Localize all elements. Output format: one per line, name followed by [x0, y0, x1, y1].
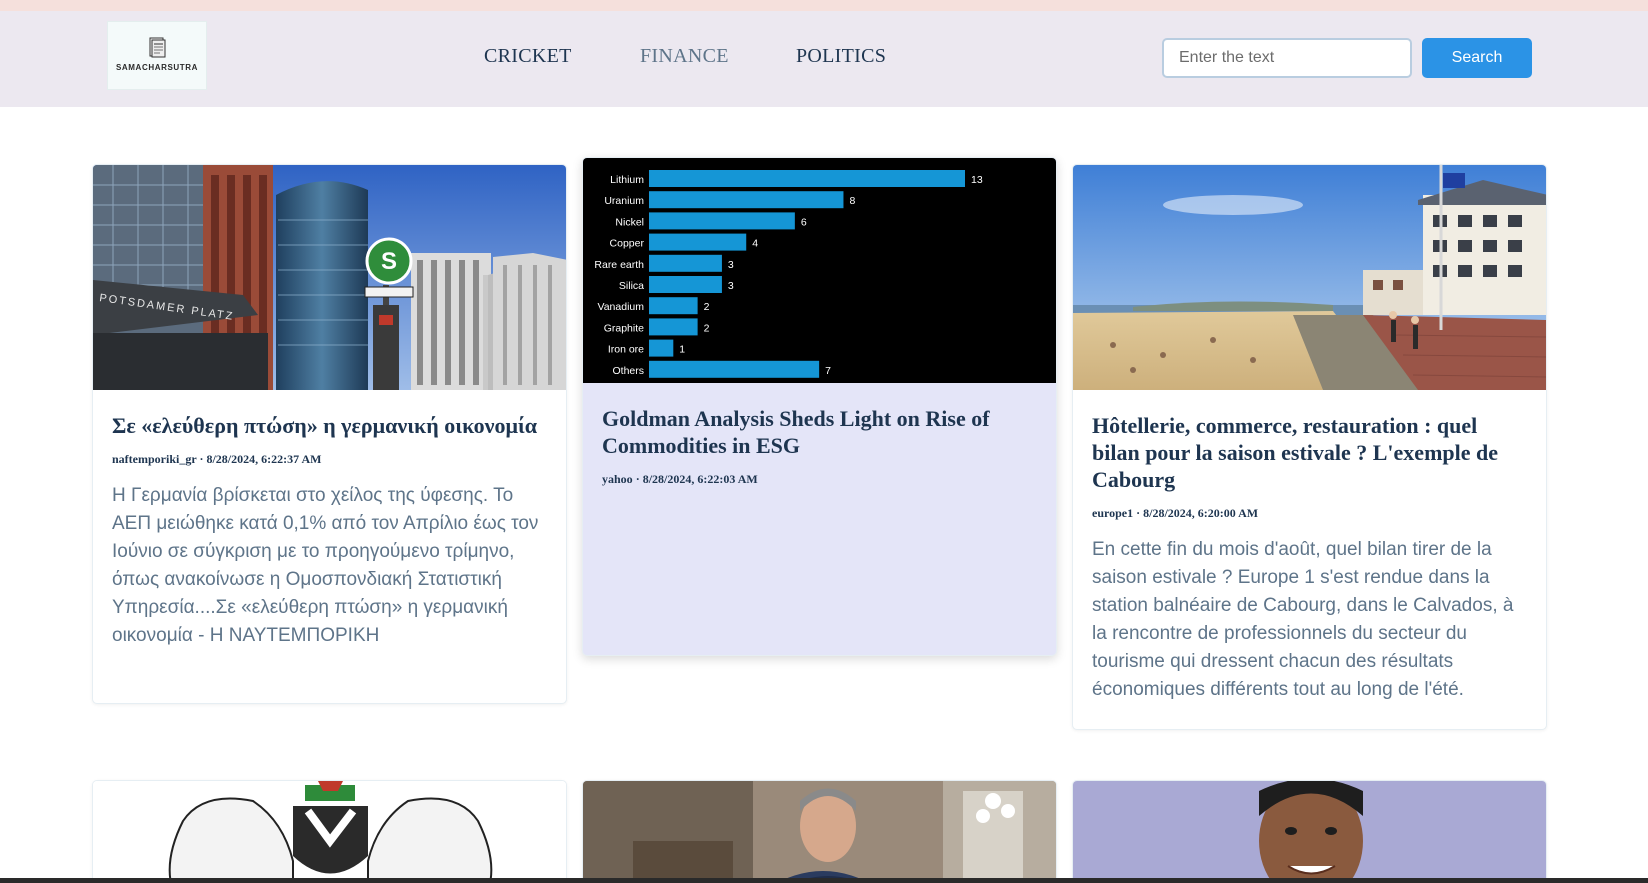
bar-value-label: 4 [752, 238, 758, 250]
cabourg-beach-photo [1073, 165, 1546, 390]
bar [649, 191, 844, 209]
bar-value-label: 6 [801, 216, 807, 228]
bar [649, 360, 820, 378]
search-button[interactable]: Search [1422, 38, 1532, 78]
bar [649, 276, 722, 293]
bar-category-label: Uranium [604, 195, 644, 207]
card-source: europe1 [1092, 506, 1134, 520]
card-date: 8/28/2024, 6:22:37 AM [206, 452, 322, 466]
card-image [1073, 165, 1546, 390]
nav-link-finance[interactable]: FINANCE [640, 45, 729, 68]
news-card[interactable]: Lithium 13 Uranium 8 Nickel 6 Copper 4 Rare eart… [582, 157, 1057, 656]
card-image: Lithium 13 Uranium 8 Nickel 6 Copper 4 Rare eart… [583, 158, 1056, 383]
news-card[interactable] [582, 780, 1057, 883]
card-title[interactable]: Hôtellerie, commerce, restauration : que… [1092, 412, 1527, 493]
bar-category-label: Iron ore [608, 344, 644, 356]
bar [649, 297, 698, 315]
nav-link-cricket[interactable]: CRICKET [484, 45, 572, 68]
search-input[interactable] [1162, 38, 1412, 78]
bar-category-label: Silica [619, 280, 644, 292]
bar-value-label: 2 [704, 322, 710, 334]
bar-value-label: 3 [728, 280, 734, 292]
bar-value-label: 1 [679, 344, 685, 356]
news-card[interactable]: POTSDAMER PLATZ S Σε «ελεύθερη πτώση» η … [92, 164, 567, 704]
bar-category-label: Rare earth [594, 259, 644, 271]
potsdamer-platz-photo: POTSDAMER PLATZ S [93, 165, 566, 390]
news-card[interactable] [1072, 780, 1547, 883]
card-image [93, 781, 566, 883]
site-logo[interactable]: SAMACHARSUTRA [107, 21, 207, 90]
bar [649, 233, 747, 251]
newspaper-icon [149, 37, 166, 58]
bar-category-label: Copper [610, 238, 645, 250]
bar-value-label: 2 [704, 301, 710, 313]
card-description: En cette fin du mois d'août, quel bilan … [1092, 539, 1514, 700]
bar-value-label: 3 [728, 259, 734, 271]
nav-link-politics[interactable]: POLITICS [796, 45, 886, 68]
bar-value-label: 7 [825, 365, 831, 377]
bar-category-label: Graphite [604, 322, 644, 334]
sbahn-sign-text: S [381, 248, 397, 275]
card-title[interactable]: Goldman Analysis Sheds Light on Rise of … [602, 405, 1037, 459]
meta-separator: · [635, 472, 643, 486]
coat-of-arms-image [93, 781, 566, 883]
bar [649, 170, 965, 187]
navbar: SAMACHARSUTRA CRICKET FINANCE POLITICS S… [0, 11, 1648, 107]
bar-value-label: 13 [971, 174, 983, 186]
card-description: Η Γερμανία βρίσκεται στο χείλος της ύφεσ… [112, 485, 539, 646]
card-source: yahoo [602, 472, 633, 486]
bar [649, 339, 674, 357]
card-title[interactable]: Σε «ελεύθερη πτώση» η γερμανική οικονομί… [112, 412, 547, 439]
bar [649, 212, 795, 230]
card-meta: yahoo · 8/28/2024, 6:22:03 AM [602, 472, 1037, 487]
businessman-portrait-photo [583, 781, 1056, 883]
bar-category-label: Vanadium [597, 301, 644, 313]
bar-value-label: 8 [849, 195, 855, 207]
card-image: POTSDAMER PLATZ S [93, 165, 566, 390]
bar [649, 318, 698, 336]
top-accent-strip [0, 0, 1648, 11]
bar-category-label: Lithium [610, 174, 644, 186]
bar-category-label: Others [612, 365, 644, 377]
card-meta: europe1 · 8/28/2024, 6:20:00 AM [1092, 506, 1527, 521]
card-meta: naftemporiki_gr · 8/28/2024, 6:22:37 AM [112, 452, 547, 467]
news-card[interactable] [92, 780, 567, 883]
card-date: 8/28/2024, 6:22:03 AM [642, 472, 758, 486]
news-card[interactable]: Hôtellerie, commerce, restauration : que… [1072, 164, 1547, 730]
bar-chart: Lithium 13Uranium 8Nickel 6Copper 4Rare eart… [594, 170, 983, 378]
card-date: 8/28/2024, 6:20:00 AM [1143, 506, 1259, 520]
card-source: naftemporiki_gr [112, 452, 197, 466]
bar [649, 254, 722, 272]
man-portrait-photo [1073, 781, 1546, 883]
bottom-bar [0, 878, 1648, 883]
logo-wordmark: SAMACHARSUTRA [115, 63, 199, 72]
card-image [1073, 781, 1546, 883]
card-image [583, 781, 1056, 883]
bar-category-label: Nickel [615, 216, 644, 228]
